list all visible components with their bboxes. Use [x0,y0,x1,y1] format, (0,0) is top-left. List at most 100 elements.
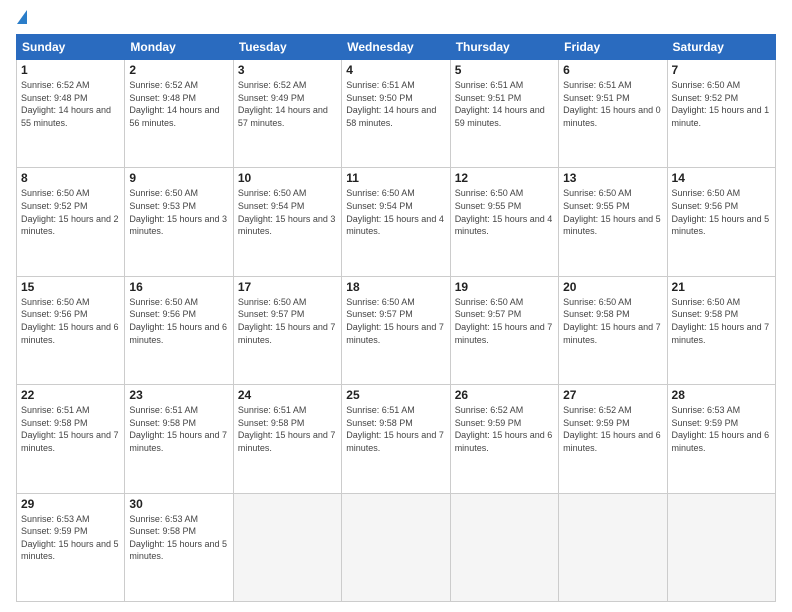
day-number: 25 [346,388,445,402]
calendar-cell: 15 Sunrise: 6:50 AMSunset: 9:56 PMDayligh… [17,276,125,384]
calendar-cell: 21Sunrise: 6:50 AMSunset: 9:58 PMDayligh… [667,276,775,384]
day-info: Sunrise: 6:50 AMSunset: 9:56 PMDaylight:… [21,296,120,346]
day-info: Sunrise: 6:50 AMSunset: 9:54 PMDaylight:… [346,187,445,237]
logo [16,12,27,26]
calendar-week-row: 8 Sunrise: 6:50 AMSunset: 9:52 PMDaylight… [17,168,776,276]
calendar-cell: 19 Sunrise: 6:50 AMSunset: 9:57 PMDayligh… [450,276,558,384]
day-number: 5 [455,63,554,77]
day-info: Sunrise: 6:53 AMSunset: 9:59 PMDaylight:… [672,404,771,454]
day-number: 1 [21,63,120,77]
calendar-table: SundayMondayTuesdayWednesdayThursdayFrid… [16,34,776,602]
day-info: Sunrise: 6:51 AMSunset: 9:51 PMDaylight:… [455,79,554,129]
day-info: Sunrise: 6:50 AMSunset: 9:58 PMDaylight:… [672,296,771,346]
day-info: Sunrise: 6:52 AMSunset: 9:49 PMDaylight:… [238,79,337,129]
calendar-cell: 27Sunrise: 6:52 AMSunset: 9:59 PMDayligh… [559,385,667,493]
calendar-page: SundayMondayTuesdayWednesdayThursdayFrid… [0,0,792,612]
day-number: 28 [672,388,771,402]
day-info: Sunrise: 6:50 AMSunset: 9:57 PMDaylight:… [455,296,554,346]
calendar-cell: 13Sunrise: 6:50 AMSunset: 9:55 PMDayligh… [559,168,667,276]
day-info: Sunrise: 6:52 AMSunset: 9:48 PMDaylight:… [21,79,120,129]
calendar-cell: 9 Sunrise: 6:50 AMSunset: 9:53 PMDaylight… [125,168,233,276]
calendar-cell: 24 Sunrise: 6:51 AMSunset: 9:58 PMDayligh… [233,385,341,493]
day-info: Sunrise: 6:50 AMSunset: 9:58 PMDaylight:… [563,296,662,346]
calendar-cell: 7 Sunrise: 6:50 AMSunset: 9:52 PMDaylight… [667,60,775,168]
day-info: Sunrise: 6:51 AMSunset: 9:50 PMDaylight:… [346,79,445,129]
day-number: 3 [238,63,337,77]
day-number: 14 [672,171,771,185]
calendar-cell: 29 Sunrise: 6:53 AMSunset: 9:59 PMDayligh… [17,493,125,601]
day-number: 29 [21,497,120,511]
day-number: 4 [346,63,445,77]
weekday-header-saturday: Saturday [667,35,775,60]
calendar-cell: 8 Sunrise: 6:50 AMSunset: 9:52 PMDaylight… [17,168,125,276]
day-number: 19 [455,280,554,294]
calendar-cell [559,493,667,601]
day-number: 27 [563,388,662,402]
day-number: 10 [238,171,337,185]
day-info: Sunrise: 6:50 AMSunset: 9:57 PMDaylight:… [346,296,445,346]
page-header [16,12,776,26]
calendar-cell [450,493,558,601]
day-number: 30 [129,497,228,511]
day-number: 20 [563,280,662,294]
calendar-cell: 4 Sunrise: 6:51 AMSunset: 9:50 PMDaylight… [342,60,450,168]
day-info: Sunrise: 6:50 AMSunset: 9:52 PMDaylight:… [672,79,771,129]
calendar-week-row: 15 Sunrise: 6:50 AMSunset: 9:56 PMDayligh… [17,276,776,384]
calendar-cell: 28 Sunrise: 6:53 AMSunset: 9:59 PMDayligh… [667,385,775,493]
day-number: 8 [21,171,120,185]
calendar-cell [342,493,450,601]
calendar-cell: 23Sunrise: 6:51 AMSunset: 9:58 PMDayligh… [125,385,233,493]
calendar-week-row: 22Sunrise: 6:51 AMSunset: 9:58 PMDayligh… [17,385,776,493]
day-number: 9 [129,171,228,185]
calendar-cell: 12 Sunrise: 6:50 AMSunset: 9:55 PMDayligh… [450,168,558,276]
day-number: 18 [346,280,445,294]
day-info: Sunrise: 6:52 AMSunset: 9:59 PMDaylight:… [455,404,554,454]
day-info: Sunrise: 6:53 AMSunset: 9:59 PMDaylight:… [21,513,120,563]
day-number: 15 [21,280,120,294]
day-number: 24 [238,388,337,402]
day-number: 11 [346,171,445,185]
calendar-cell: 25 Sunrise: 6:51 AMSunset: 9:58 PMDayligh… [342,385,450,493]
day-info: Sunrise: 6:50 AMSunset: 9:52 PMDaylight:… [21,187,120,237]
day-number: 26 [455,388,554,402]
calendar-cell: 30Sunrise: 6:53 AMSunset: 9:58 PMDayligh… [125,493,233,601]
day-info: Sunrise: 6:51 AMSunset: 9:58 PMDaylight:… [129,404,228,454]
calendar-cell: 14Sunrise: 6:50 AMSunset: 9:56 PMDayligh… [667,168,775,276]
day-info: Sunrise: 6:50 AMSunset: 9:55 PMDaylight:… [563,187,662,237]
day-info: Sunrise: 6:51 AMSunset: 9:51 PMDaylight:… [563,79,662,129]
day-number: 2 [129,63,228,77]
day-number: 16 [129,280,228,294]
calendar-cell: 3 Sunrise: 6:52 AMSunset: 9:49 PMDaylight… [233,60,341,168]
calendar-cell: 2 Sunrise: 6:52 AMSunset: 9:48 PMDaylight… [125,60,233,168]
calendar-cell: 26 Sunrise: 6:52 AMSunset: 9:59 PMDayligh… [450,385,558,493]
calendar-cell: 6 Sunrise: 6:51 AMSunset: 9:51 PMDaylight… [559,60,667,168]
day-info: Sunrise: 6:51 AMSunset: 9:58 PMDaylight:… [238,404,337,454]
weekday-header-friday: Friday [559,35,667,60]
calendar-cell: 18 Sunrise: 6:50 AMSunset: 9:57 PMDayligh… [342,276,450,384]
day-info: Sunrise: 6:52 AMSunset: 9:48 PMDaylight:… [129,79,228,129]
weekday-header-tuesday: Tuesday [233,35,341,60]
calendar-cell: 16Sunrise: 6:50 AMSunset: 9:56 PMDayligh… [125,276,233,384]
day-info: Sunrise: 6:51 AMSunset: 9:58 PMDaylight:… [346,404,445,454]
day-info: Sunrise: 6:50 AMSunset: 9:55 PMDaylight:… [455,187,554,237]
weekday-header-sunday: Sunday [17,35,125,60]
weekday-header-monday: Monday [125,35,233,60]
calendar-cell: 17 Sunrise: 6:50 AMSunset: 9:57 PMDayligh… [233,276,341,384]
day-info: Sunrise: 6:50 AMSunset: 9:57 PMDaylight:… [238,296,337,346]
calendar-cell: 20 Sunrise: 6:50 AMSunset: 9:58 PMDayligh… [559,276,667,384]
calendar-cell: 5 Sunrise: 6:51 AMSunset: 9:51 PMDaylight… [450,60,558,168]
day-number: 6 [563,63,662,77]
calendar-week-row: 29 Sunrise: 6:53 AMSunset: 9:59 PMDayligh… [17,493,776,601]
weekday-header-thursday: Thursday [450,35,558,60]
calendar-cell [233,493,341,601]
day-number: 12 [455,171,554,185]
day-info: Sunrise: 6:50 AMSunset: 9:53 PMDaylight:… [129,187,228,237]
day-info: Sunrise: 6:51 AMSunset: 9:58 PMDaylight:… [21,404,120,454]
calendar-cell: 22Sunrise: 6:51 AMSunset: 9:58 PMDayligh… [17,385,125,493]
weekday-header-wednesday: Wednesday [342,35,450,60]
calendar-week-row: 1 Sunrise: 6:52 AMSunset: 9:48 PMDaylight… [17,60,776,168]
calendar-cell: 1 Sunrise: 6:52 AMSunset: 9:48 PMDaylight… [17,60,125,168]
day-number: 17 [238,280,337,294]
day-number: 7 [672,63,771,77]
calendar-cell: 11 Sunrise: 6:50 AMSunset: 9:54 PMDayligh… [342,168,450,276]
